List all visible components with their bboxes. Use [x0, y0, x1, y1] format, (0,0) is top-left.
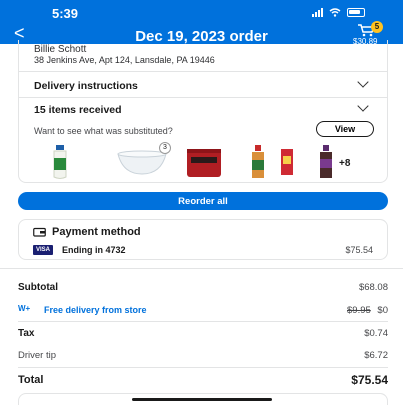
- substitution-question: Want to see what was substituted?: [34, 126, 173, 136]
- chevron-down-icon: [357, 76, 369, 88]
- total-label: Total: [18, 374, 44, 386]
- reorder-all-button[interactable]: Reorder all: [18, 192, 388, 210]
- subtotal-label: Subtotal: [18, 282, 58, 293]
- card-ending: Ending in 4732: [62, 245, 126, 255]
- payment-method-card: Payment method VISA Ending in 4732 $75.5…: [18, 219, 388, 260]
- ranch-dressing-image[interactable]: [47, 144, 73, 180]
- view-substitutions-button[interactable]: View: [316, 121, 374, 137]
- more-items-count[interactable]: +8: [339, 158, 350, 169]
- tax-label: Tax: [18, 328, 35, 339]
- order-details-card: Billie Schott 38 Jenkins Ave, Apt 124, L…: [18, 40, 388, 183]
- status-icons: [312, 8, 365, 17]
- status-time: 5:39: [52, 6, 79, 21]
- total-value: $75.54: [351, 373, 388, 387]
- items-received-label: 15 items received: [34, 104, 122, 116]
- cart-count-badge: 5: [371, 21, 383, 33]
- delivery-address: 38 Jenkins Ave, Apt 124, Lansdale, PA 19…: [34, 55, 215, 65]
- quantity-badge: 3: [159, 142, 171, 154]
- visa-card-icon: VISA: [33, 245, 53, 255]
- recipient-name: Billie Schott: [34, 44, 87, 55]
- divider: [19, 71, 387, 72]
- delivery-fee: $9.95 $0: [347, 305, 388, 316]
- italian-dressing-image[interactable]: [247, 144, 269, 180]
- driver-tip-label: Driver tip: [18, 350, 57, 361]
- delivery-fee-original: $9.95: [347, 305, 371, 316]
- subtotal-value: $68.08: [358, 282, 388, 293]
- signal-icon: [312, 8, 323, 17]
- divider: [0, 268, 403, 269]
- balsamic-dressing-image[interactable]: [315, 144, 337, 180]
- delivery-fee-value: $0: [377, 305, 388, 316]
- tax-value: $0.74: [364, 328, 388, 339]
- header-bar: 5:39 < Dec 19, 2023 order 5 $30.89: [0, 0, 403, 46]
- payment-method-title: Payment method: [52, 226, 141, 238]
- wallet-icon: [33, 227, 46, 237]
- wifi-icon: [329, 8, 341, 17]
- divider: [19, 97, 387, 98]
- driver-tip-value: $6.72: [364, 350, 388, 361]
- walmart-plus-icon: W+: [18, 304, 31, 313]
- home-indicator[interactable]: [132, 398, 272, 401]
- battery-icon: [347, 8, 365, 17]
- payment-amount: $75.54: [345, 245, 373, 255]
- red-box-image[interactable]: [279, 148, 295, 176]
- divider: [18, 367, 388, 368]
- delivery-instructions-label: Delivery instructions: [34, 80, 138, 92]
- item-thumbnails[interactable]: 3: [47, 142, 377, 180]
- free-delivery-label: Free delivery from store: [44, 305, 147, 315]
- chevron-down-icon: [357, 100, 369, 112]
- divider: [18, 321, 388, 322]
- coffee-can-image[interactable]: [185, 147, 223, 179]
